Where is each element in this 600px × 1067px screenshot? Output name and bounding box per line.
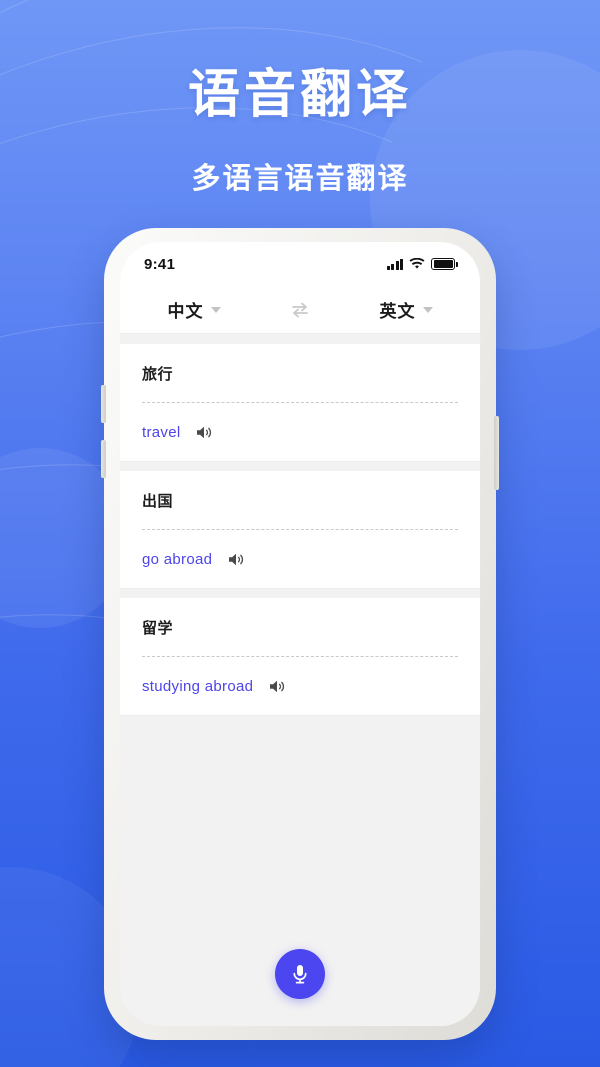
signal-bars-icon: [386, 258, 404, 270]
source-row: 出国: [142, 471, 458, 529]
source-row: 留学: [142, 598, 458, 656]
target-language-label: 英文: [379, 302, 416, 321]
mic-bar: [120, 922, 480, 1026]
status-bar: 9:41: [120, 242, 480, 286]
chevron-down-icon: [422, 306, 433, 313]
target-text: go abroad: [142, 550, 213, 568]
page-subtitle: 多语言语音翻译: [191, 163, 409, 195]
translation-card[interactable]: 旅行 travel: [120, 344, 480, 461]
target-row: go abroad: [142, 530, 458, 588]
target-text: studying abroad: [142, 677, 254, 695]
source-row: 旅行: [142, 344, 458, 402]
target-row: studying abroad: [142, 657, 458, 715]
status-bar-clock: 9:41: [144, 255, 176, 273]
translation-card[interactable]: 留学 studying abroad: [120, 598, 480, 715]
page-title: 语音翻译: [187, 66, 412, 124]
phone-mockup: 9:41 中文 英文 旅行 travel 出国 go abroad 留学 stu…: [101, 228, 499, 1040]
volume-down-button[interactable]: [101, 440, 106, 478]
battery-full-icon: [431, 258, 458, 270]
source-language-label: 中文: [167, 302, 204, 321]
translation-list: 旅行 travel 出国 go abroad 留学 studying abroa…: [120, 334, 480, 715]
source-text: 留学: [142, 619, 174, 637]
source-language-selector[interactable]: 中文: [120, 297, 268, 322]
swap-languages-button[interactable]: [268, 301, 332, 319]
source-text: 旅行: [142, 365, 174, 383]
target-text: travel: [142, 423, 181, 441]
power-button[interactable]: [494, 416, 499, 490]
phone-screen: 9:41 中文 英文 旅行 travel 出国 go abroad 留学 stu…: [120, 242, 480, 1026]
speaker-icon[interactable]: [228, 552, 246, 567]
target-row: travel: [142, 403, 458, 461]
speaker-icon[interactable]: [269, 679, 287, 694]
translation-card[interactable]: 出国 go abroad: [120, 471, 480, 588]
target-language-selector[interactable]: 英文: [332, 297, 480, 322]
speaker-icon[interactable]: [196, 425, 214, 440]
promo-screen: 语音翻译 多语言语音翻译 9:41 中文 英文 旅行 travel 出国 go …: [0, 0, 600, 1067]
volume-up-button[interactable]: [101, 385, 106, 423]
record-voice-button[interactable]: [275, 949, 325, 999]
microphone-icon: [293, 965, 307, 984]
source-text: 出国: [142, 492, 174, 510]
chevron-down-icon: [210, 306, 221, 313]
language-bar: 中文 英文: [120, 286, 480, 334]
status-bar-icons: [386, 258, 458, 270]
swap-arrows-icon: [292, 302, 308, 317]
wifi-icon: [409, 258, 425, 269]
